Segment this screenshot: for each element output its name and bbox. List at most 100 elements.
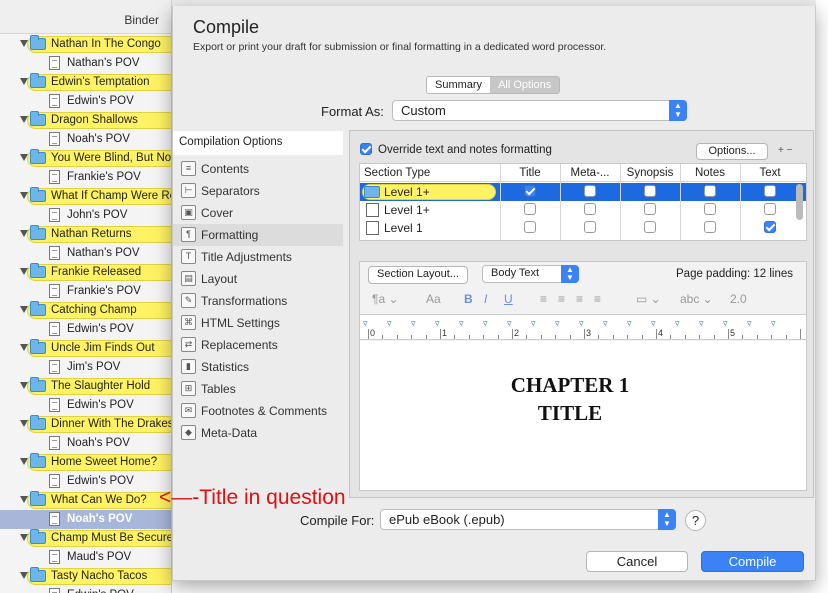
table-checkbox[interactable] (764, 203, 776, 215)
line-spacing-field[interactable]: 2.0 (730, 292, 747, 306)
tab-stop-icon[interactable]: ▿ (747, 318, 752, 329)
align-center-icon[interactable]: ≡ (558, 292, 565, 306)
add-remove-icon[interactable]: + − (778, 145, 792, 156)
disclosure-triangle-icon[interactable] (20, 40, 28, 47)
tab-stop-icon[interactable]: ▿ (771, 318, 776, 329)
binder-folder-item[interactable]: The Slaughter Hold (0, 377, 171, 396)
table-checkbox[interactable] (764, 185, 776, 197)
tab-stop-icon[interactable]: ▿ (627, 318, 632, 329)
tab-stop-icon[interactable]: ▿ (555, 318, 560, 329)
table-checkbox[interactable] (524, 221, 536, 233)
binder-folder-item[interactable]: Nathan Returns (0, 225, 171, 244)
option-title-adjustments[interactable]: T Title Adjustments (173, 246, 343, 268)
column-header[interactable]: Notes (684, 167, 736, 179)
disclosure-triangle-icon[interactable] (20, 116, 28, 123)
binder-doc-item[interactable]: Noah's POV (0, 434, 171, 453)
table-checkbox[interactable] (764, 221, 776, 233)
binder-folder-item[interactable]: Nathan In The Congo (0, 35, 171, 54)
table-checkbox[interactable] (704, 221, 716, 233)
disclosure-triangle-icon[interactable] (20, 458, 28, 465)
disclosure-triangle-icon[interactable] (20, 534, 28, 541)
align-right-icon[interactable]: ≡ (576, 292, 583, 306)
option-transformations[interactable]: ✎ Transformations (173, 290, 343, 312)
option-separators[interactable]: ⊢ Separators (173, 180, 343, 202)
italic-icon[interactable]: I (484, 292, 487, 306)
binder-doc-item[interactable]: Edwin's POV (0, 320, 171, 339)
binder-folder-item[interactable]: Dinner With The Drakes (0, 415, 171, 434)
ruler[interactable]: 0 1 2 3 4 5 ▿ ▿ ▿ ▿ ▿ ▿ ▿ ▿ ▿ ▿ ▿ ▿ ▿ ▿ ▿ ▿ ▿ ▿ (360, 314, 806, 340)
binder-folder-item[interactable]: What If Champ Were Re (0, 187, 171, 206)
option-layout[interactable]: ▤ Layout (173, 268, 343, 290)
compile-button[interactable]: Compile (701, 551, 804, 572)
align-left-icon[interactable]: ≡ (540, 292, 547, 306)
tab-stop-icon[interactable]: ▿ (483, 318, 488, 329)
option-tables[interactable]: ⊞ Tables (173, 378, 343, 400)
binder-doc-item[interactable]: Edwin's POV (0, 472, 171, 491)
disclosure-triangle-icon[interactable] (20, 268, 28, 275)
column-header[interactable]: Section Type (364, 167, 484, 179)
help-button[interactable]: ? (685, 510, 706, 531)
table-checkbox[interactable] (584, 203, 596, 215)
preview-editor[interactable]: CHAPTER 1 TITLE (360, 341, 806, 490)
disclosure-triangle-icon[interactable] (20, 572, 28, 579)
binder-folder-item[interactable]: What Can We Do? (0, 491, 171, 510)
tab-all-options[interactable]: All Options (490, 77, 560, 93)
table-checkbox[interactable] (704, 203, 716, 215)
table-checkbox[interactable] (644, 185, 656, 197)
tab-stop-icon[interactable]: ▿ (387, 318, 392, 329)
binder-doc-item[interactable]: John's POV (0, 206, 171, 225)
underline-icon[interactable]: U (504, 292, 513, 306)
highlight-color-icon[interactable]: ▭ ⌄ (636, 292, 661, 306)
table-checkbox[interactable] (524, 203, 536, 215)
option-contents[interactable]: ≡ Contents (173, 158, 343, 180)
tab-stop-icon[interactable]: ▿ (675, 318, 680, 329)
tab-stop-icon[interactable]: ▿ (459, 318, 464, 329)
tab-stop-icon[interactable]: ▿ (363, 318, 368, 329)
tab-summary[interactable]: Summary (427, 77, 491, 93)
binder-doc-item[interactable]: Jim's POV (0, 358, 171, 377)
binder-folder-item[interactable]: Catching Champ (0, 301, 171, 320)
table-checkbox[interactable] (644, 221, 656, 233)
binder-doc-item[interactable]: Edwin's POV (0, 92, 171, 111)
tab-stop-icon[interactable]: ▿ (435, 318, 440, 329)
binder-folder-item[interactable]: You Were Blind, But Not (0, 149, 171, 168)
option-html-settings[interactable]: ⌘ HTML Settings (173, 312, 343, 334)
binder-folder-item[interactable]: Champ Must Be Secured (0, 529, 171, 548)
disclosure-triangle-icon[interactable] (20, 382, 28, 389)
disclosure-triangle-icon[interactable] (20, 154, 28, 161)
table-checkbox[interactable] (644, 203, 656, 215)
column-header[interactable]: Title (504, 167, 556, 179)
binder-doc-item[interactable]: Edwin's POV (0, 396, 171, 415)
binder-folder-item[interactable]: Edwin's Temptation (0, 73, 171, 92)
disclosure-triangle-icon[interactable] (20, 420, 28, 427)
tab-stop-icon[interactable]: ▿ (531, 318, 536, 329)
option-formatting[interactable]: ¶ Formatting (173, 224, 343, 246)
tab-stop-icon[interactable]: ▿ (579, 318, 584, 329)
option-replacements[interactable]: ⇄ Replacements (173, 334, 343, 356)
style-popup[interactable]: Body Text ▲ ▼ (482, 265, 579, 283)
justify-icon[interactable]: ≡ (594, 292, 601, 306)
binder-doc-item[interactable]: Frankie's POV (0, 282, 171, 301)
tab-stop-icon[interactable]: ▿ (603, 318, 608, 329)
binder-folder-item[interactable]: Tasty Nacho Tacos (0, 567, 171, 586)
tab-stop-icon[interactable]: ▿ (699, 318, 704, 329)
option-footnotes-comments[interactable]: ✉ Footnotes & Comments (173, 400, 343, 422)
format-as-popup[interactable]: Custom ▲ ▼ (392, 100, 687, 121)
binder-doc-item[interactable]: Frankie's POV (0, 168, 171, 187)
disclosure-triangle-icon[interactable] (20, 306, 28, 313)
binder-folder-item[interactable]: Frankie Released (0, 263, 171, 282)
column-header[interactable]: Synopsis (624, 167, 676, 179)
disclosure-triangle-icon[interactable] (20, 344, 28, 351)
table-checkbox[interactable] (584, 221, 596, 233)
override-checkbox[interactable] (360, 143, 372, 155)
compile-for-popup[interactable]: ePub eBook (.epub) ▲ ▼ (380, 509, 676, 530)
text-case-icon[interactable]: Aa (426, 292, 441, 306)
tab-stop-icon[interactable]: ▿ (723, 318, 728, 329)
binder-doc-item[interactable]: Edwin's POV (0, 586, 171, 593)
binder-folder-item[interactable]: Dragon Shallows (0, 111, 171, 130)
bold-icon[interactable]: B (464, 292, 473, 306)
binder-doc-item[interactable]: Noah's POV (0, 510, 171, 529)
paragraph-style-icon[interactable]: ¶a ⌄ (372, 292, 399, 306)
table-checkbox[interactable] (704, 185, 716, 197)
text-color-icon[interactable]: abc ⌄ (680, 292, 713, 306)
